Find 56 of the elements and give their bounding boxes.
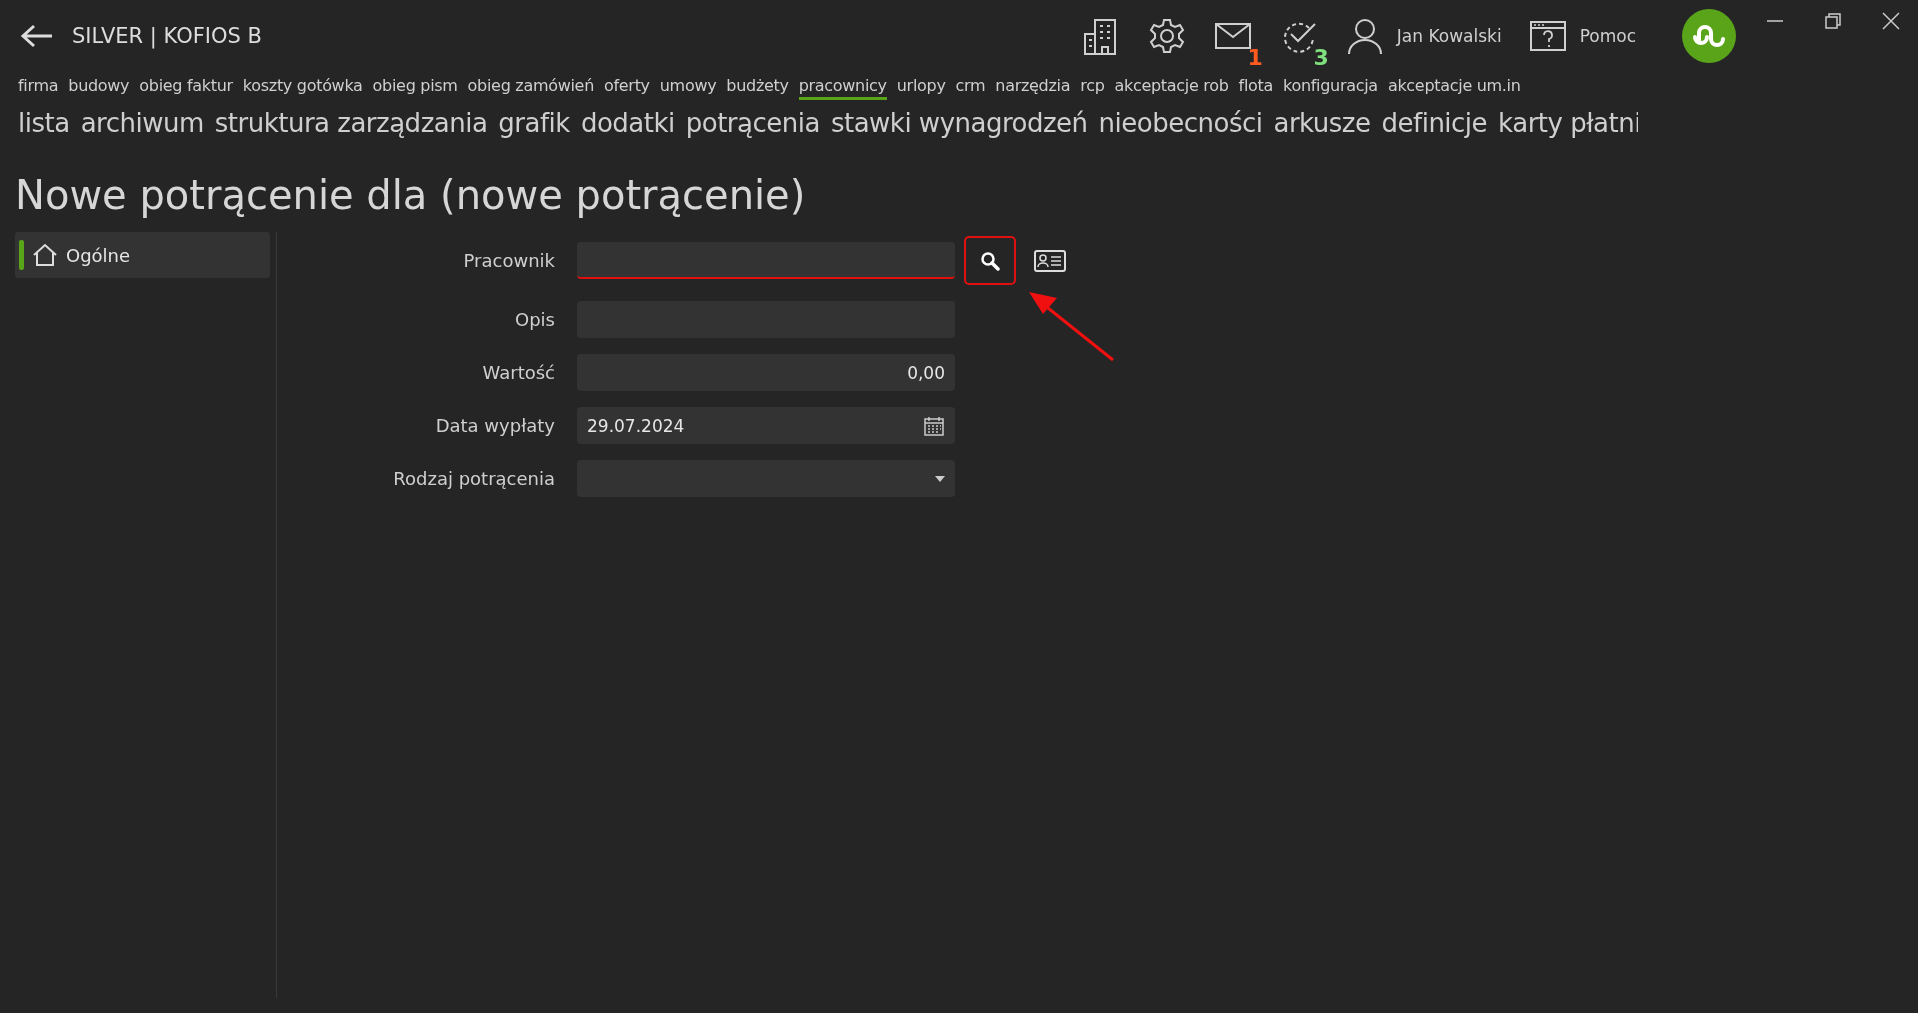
input-field[interactable]: 0,00 bbox=[577, 354, 955, 391]
nav-tab[interactable]: koszty gotówka bbox=[242, 76, 363, 100]
field-label: Wartość bbox=[481, 362, 556, 383]
id-card-icon[interactable] bbox=[1034, 249, 1066, 272]
sidebar-item[interactable]: Ogólne bbox=[15, 232, 270, 278]
subnav-tab[interactable]: nieobecności bbox=[1098, 108, 1263, 138]
nav-tab[interactable]: narzędzia bbox=[995, 76, 1071, 100]
subnav-tab[interactable]: arkusze bbox=[1273, 108, 1371, 138]
subnav-tab[interactable]: karty płatni bbox=[1498, 108, 1638, 138]
dropdown-caret-icon[interactable] bbox=[935, 475, 945, 482]
nav-tab[interactable]: crm bbox=[955, 76, 986, 100]
field-label: Pracownik bbox=[462, 250, 556, 271]
nav-tab[interactable]: budowy bbox=[68, 76, 130, 100]
badge-count: 3 bbox=[1313, 45, 1329, 70]
user-name[interactable]: Jan Kowalski bbox=[1396, 26, 1502, 46]
nav-tab[interactable]: akceptacje rob bbox=[1114, 76, 1229, 100]
nav-tab[interactable]: konfiguracja bbox=[1283, 76, 1378, 100]
nav-tab[interactable]: flota bbox=[1238, 76, 1274, 100]
nav-tab[interactable]: urlopy bbox=[896, 76, 946, 100]
nav-tab[interactable]: obieg faktur bbox=[139, 76, 233, 100]
selection-indicator bbox=[19, 240, 24, 270]
search-button[interactable] bbox=[964, 236, 1016, 285]
subnav-tab[interactable]: archiwum bbox=[80, 108, 204, 138]
restore-icon[interactable] bbox=[1824, 12, 1842, 30]
subnav-tab[interactable]: stawki wynagrodzeń bbox=[830, 108, 1088, 138]
nav-tab[interactable]: firma bbox=[18, 76, 59, 100]
nav-tab[interactable]: umowy bbox=[659, 76, 717, 100]
nav-tab[interactable]: obieg zamówień bbox=[467, 76, 594, 100]
calendar-icon[interactable] bbox=[923, 414, 945, 437]
badge-count: 1 bbox=[1247, 45, 1263, 70]
page-title: Nowe potrącenie dla (nowe potrącenie) bbox=[14, 171, 807, 220]
house-icon[interactable] bbox=[32, 243, 58, 267]
search-icon[interactable] bbox=[980, 250, 1000, 271]
nav-tab[interactable]: pracownicy bbox=[798, 76, 887, 100]
nav-tab[interactable]: obieg pism bbox=[372, 76, 458, 100]
field-label: Data wypłaty bbox=[434, 415, 556, 436]
close-icon[interactable] bbox=[1882, 12, 1900, 30]
input-field[interactable] bbox=[577, 242, 955, 279]
nav-tab[interactable]: rcp bbox=[1080, 76, 1105, 100]
back-arrow-icon[interactable] bbox=[20, 24, 54, 48]
help-link[interactable]: Pomoc bbox=[1579, 26, 1636, 46]
app-logo-icon[interactable] bbox=[1682, 9, 1736, 63]
nav-tab[interactable]: akceptacje um.in bbox=[1387, 76, 1521, 100]
subnav-tab[interactable]: potrącenia bbox=[685, 108, 820, 138]
nav-tab[interactable]: budżety bbox=[726, 76, 789, 100]
field-label: Opis bbox=[514, 309, 556, 330]
nav-tab[interactable]: oferty bbox=[604, 76, 650, 100]
subnav-tab[interactable]: lista bbox=[18, 108, 70, 138]
subnav-tab[interactable]: definicje bbox=[1381, 108, 1488, 138]
subnav-tab[interactable]: grafik bbox=[498, 108, 570, 138]
window-title: SILVER | KOFIOS B bbox=[72, 24, 262, 48]
subnav-tab[interactable]: dodatki bbox=[580, 108, 675, 138]
input-field[interactable] bbox=[577, 460, 955, 497]
subnav-tab[interactable]: struktura zarządzania bbox=[214, 108, 488, 138]
input-field[interactable]: 29.07.2024 bbox=[577, 407, 955, 444]
field-label: Rodzaj potrącenia bbox=[392, 468, 556, 489]
